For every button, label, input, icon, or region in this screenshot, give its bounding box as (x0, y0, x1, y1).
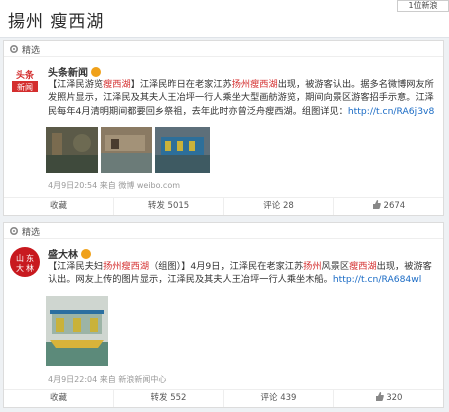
photo-thumbnail[interactable] (46, 127, 98, 173)
image-thumbnails (46, 296, 108, 366)
svg-text:山: 山 (16, 253, 24, 263)
photo-thumbnail[interactable] (101, 127, 152, 173)
svg-text:大: 大 (16, 263, 24, 273)
favorite-label: 收藏 (49, 393, 67, 403)
repost-count: 5015 (167, 201, 190, 211)
highlight-keyword[interactable]: 瘦西湖 (103, 79, 131, 90)
svg-text:东: 东 (26, 253, 34, 263)
thumbs-up-icon (372, 200, 381, 209)
search-header: 揚州 瘦西湖 1位新浪 (0, 0, 449, 38)
gear-icon (9, 44, 19, 54)
image-thumbnails (46, 127, 210, 173)
comment-count: 28 (282, 201, 294, 211)
post-label: 精选 (22, 228, 41, 238)
highlight-keyword[interactable]: 扬州瘦西湖 (232, 79, 278, 90)
highlight-keyword[interactable]: 瘦西湖 (349, 261, 377, 272)
comment-button[interactable]: 评论 439 (224, 390, 334, 407)
verified-icon (91, 67, 101, 77)
weibo-post: 精选 山 东 大 林 盛大林 【江泽民夫妇扬州瘦西湖（组图）】4月9日，江泽民在… (3, 222, 444, 408)
text-segment: 】江泽民昨日在老家江苏 (130, 79, 232, 90)
favorite-button[interactable]: 收藏 (4, 198, 114, 215)
repost-label: 转发 (147, 201, 165, 211)
post-header: 精选 (4, 223, 443, 239)
like-button[interactable]: 2674 (334, 198, 443, 215)
favorite-button[interactable]: 收藏 (4, 390, 114, 407)
highlight-keyword[interactable]: 扬州瘦西湖 (103, 261, 149, 272)
comment-label: 评论 (263, 201, 281, 211)
thumbs-up-icon (375, 392, 384, 401)
svg-text:林: 林 (26, 263, 34, 273)
post-actions: 收藏 转发 5015 评论 28 2674 (4, 197, 443, 215)
text-segment: 风景区 (321, 261, 350, 272)
post-label: 精选 (22, 46, 41, 56)
weibo-post: 精选 头条 新闻 头条新闻 【江泽民游览瘦西湖】江泽民昨日在老家江苏扬州瘦西湖出… (3, 40, 444, 216)
post-actions: 收藏 转发 552 评论 439 320 (4, 389, 443, 407)
svg-text:新闻: 新闻 (17, 82, 33, 92)
favorite-label: 收藏 (49, 201, 67, 211)
verified-icon (81, 249, 91, 259)
post-meta: 4月9日20:54 来自 微博 weibo.com (48, 181, 181, 190)
post-text: 【江泽民夫妇扬州瘦西湖（组图）】4月9日，江泽民在老家江苏扬州风景区瘦西湖出现，… (48, 260, 437, 287)
repost-label: 转发 (150, 393, 168, 403)
text-segment: （组图）】4月9日，江泽民在老家江苏 (149, 261, 304, 272)
svg-text:头条: 头条 (16, 69, 35, 81)
highlight-keyword[interactable]: 扬州 (303, 261, 321, 272)
text-segment: 【江泽民夫妇 (48, 261, 104, 272)
repost-button[interactable]: 转发 552 (114, 390, 224, 407)
text-segment: 【江泽民游览 (48, 79, 104, 90)
comment-count: 439 (280, 393, 297, 403)
photo-thumbnail[interactable] (46, 296, 108, 366)
post-text: 【江泽民游览瘦西湖】江泽民昨日在老家江苏扬州瘦西湖出现，被游客认出。据多名微博网… (48, 78, 437, 118)
post-link[interactable]: http://t.cn/RA684wl (333, 274, 422, 285)
comment-button[interactable]: 评论 28 (224, 198, 334, 215)
like-count: 2674 (383, 201, 406, 211)
post-link[interactable]: http://t.cn/RA6j3v8 (348, 106, 434, 117)
post-meta: 4月9日22:04 来自 新浪新闻中心 (48, 375, 167, 384)
repost-count: 552 (170, 393, 187, 403)
post-header: 精选 (4, 41, 443, 57)
photo-thumbnail[interactable] (155, 127, 210, 173)
like-button[interactable]: 320 (334, 390, 443, 407)
author-name[interactable]: 盛大林 (48, 246, 91, 261)
like-count: 320 (386, 393, 403, 403)
notification-badge[interactable]: 1位新浪 (397, 0, 449, 12)
search-title: 揚州 瘦西湖 (8, 12, 105, 32)
author-name[interactable]: 头条新闻 (48, 64, 101, 79)
gear-icon (9, 226, 19, 236)
repost-button[interactable]: 转发 5015 (114, 198, 224, 215)
avatar[interactable]: 头条 新闻 (10, 65, 40, 95)
comment-label: 评论 (260, 393, 278, 403)
avatar[interactable]: 山 东 大 林 (10, 247, 40, 277)
